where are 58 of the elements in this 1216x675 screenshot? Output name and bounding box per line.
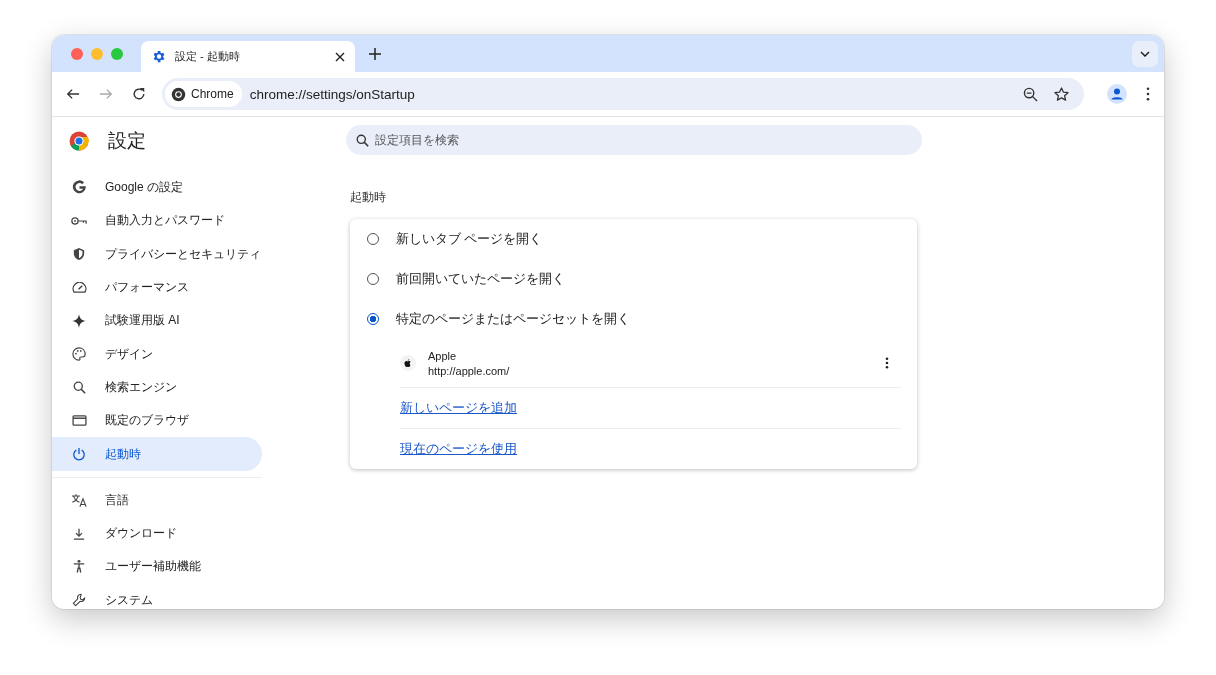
back-arrow-icon[interactable] bbox=[66, 87, 80, 101]
search-field[interactable]: 設定項目を検索 bbox=[346, 125, 922, 155]
radio-button[interactable] bbox=[367, 313, 379, 325]
wrench-icon bbox=[72, 593, 86, 608]
google-g-icon bbox=[71, 180, 87, 196]
link[interactable]: 新しいページを追加 bbox=[400, 399, 517, 417]
palette-icon bbox=[72, 347, 86, 362]
page-url: http://apple.com/ bbox=[428, 364, 510, 377]
translate-icon bbox=[71, 492, 87, 508]
sidebar-item[interactable]: ユーザー補助機能 bbox=[52, 550, 262, 584]
browser-tab[interactable]: 設定 - 起動時 bbox=[141, 41, 355, 72]
sidebar-item[interactable]: 試験運用版 AI bbox=[52, 304, 262, 338]
sidebar-item[interactable]: 検索エンジン bbox=[52, 370, 262, 405]
plus-icon[interactable] bbox=[369, 47, 381, 60]
option-label: 前回開いていたページを開く bbox=[396, 270, 565, 288]
chrome-logo-icon bbox=[171, 86, 186, 102]
sidebar-item[interactable]: 言語 bbox=[52, 483, 262, 517]
accessibility-person-icon bbox=[73, 559, 85, 575]
more-options-icon[interactable] bbox=[885, 357, 889, 369]
profile-avatar-icon[interactable] bbox=[1107, 84, 1127, 104]
url-text: chrome://settings/onStartup bbox=[249, 86, 415, 102]
option-label: 特定のページまたはページセットを開く bbox=[396, 310, 630, 328]
reload-icon[interactable] bbox=[132, 87, 146, 101]
key-icon bbox=[71, 215, 87, 226]
settings-title: 設定 bbox=[108, 129, 146, 153]
sidebar-item[interactable]: 自動入力とパスワード bbox=[52, 204, 262, 238]
sidebar-item[interactable]: ダウンロード bbox=[52, 516, 262, 551]
chevron-down-icon bbox=[1140, 50, 1150, 57]
sidebar-item[interactable]: プライバシーとセキュリティ bbox=[52, 237, 262, 271]
browser-window-icon bbox=[71, 415, 87, 427]
close-icon[interactable] bbox=[335, 51, 345, 62]
sidebar-item[interactable]: 起動時 bbox=[52, 437, 262, 471]
page-name: Apple bbox=[428, 349, 458, 362]
star-icon[interactable] bbox=[1053, 85, 1070, 103]
sidebar-item[interactable]: パフォーマンス bbox=[52, 270, 262, 305]
section-heading: 起動時 bbox=[350, 189, 387, 206]
apple-logo-icon bbox=[400, 355, 416, 371]
address-bar[interactable]: Chrome chrome://settings/onStartup bbox=[162, 78, 1084, 110]
chrome-logo-icon bbox=[69, 131, 89, 151]
link[interactable]: 現在のページを使用 bbox=[400, 440, 517, 458]
download-icon bbox=[73, 527, 85, 540]
shield-icon bbox=[73, 247, 85, 262]
tab-search-button[interactable] bbox=[1132, 40, 1158, 67]
gear-icon bbox=[151, 49, 166, 64]
search-icon bbox=[356, 134, 369, 147]
sidebar-item[interactable]: デザイン bbox=[52, 337, 262, 371]
search-icon bbox=[72, 380, 86, 394]
tab-title: 設定 - 起動時 bbox=[175, 49, 241, 64]
site-chip[interactable]: Chrome bbox=[165, 81, 242, 107]
power-icon bbox=[72, 447, 86, 461]
sparkle-icon bbox=[72, 313, 86, 328]
more-menu-icon[interactable] bbox=[1146, 87, 1150, 101]
sidebar-item[interactable]: システム bbox=[52, 583, 262, 609]
gauge-icon bbox=[71, 282, 87, 294]
option-label: 新しいタブ ページを開く bbox=[396, 230, 543, 248]
sidebar-item[interactable]: Google の設定 bbox=[52, 171, 262, 205]
sidebar-item[interactable]: 既定のブラウザ bbox=[52, 404, 262, 438]
zoom-out-icon[interactable] bbox=[1023, 86, 1038, 102]
